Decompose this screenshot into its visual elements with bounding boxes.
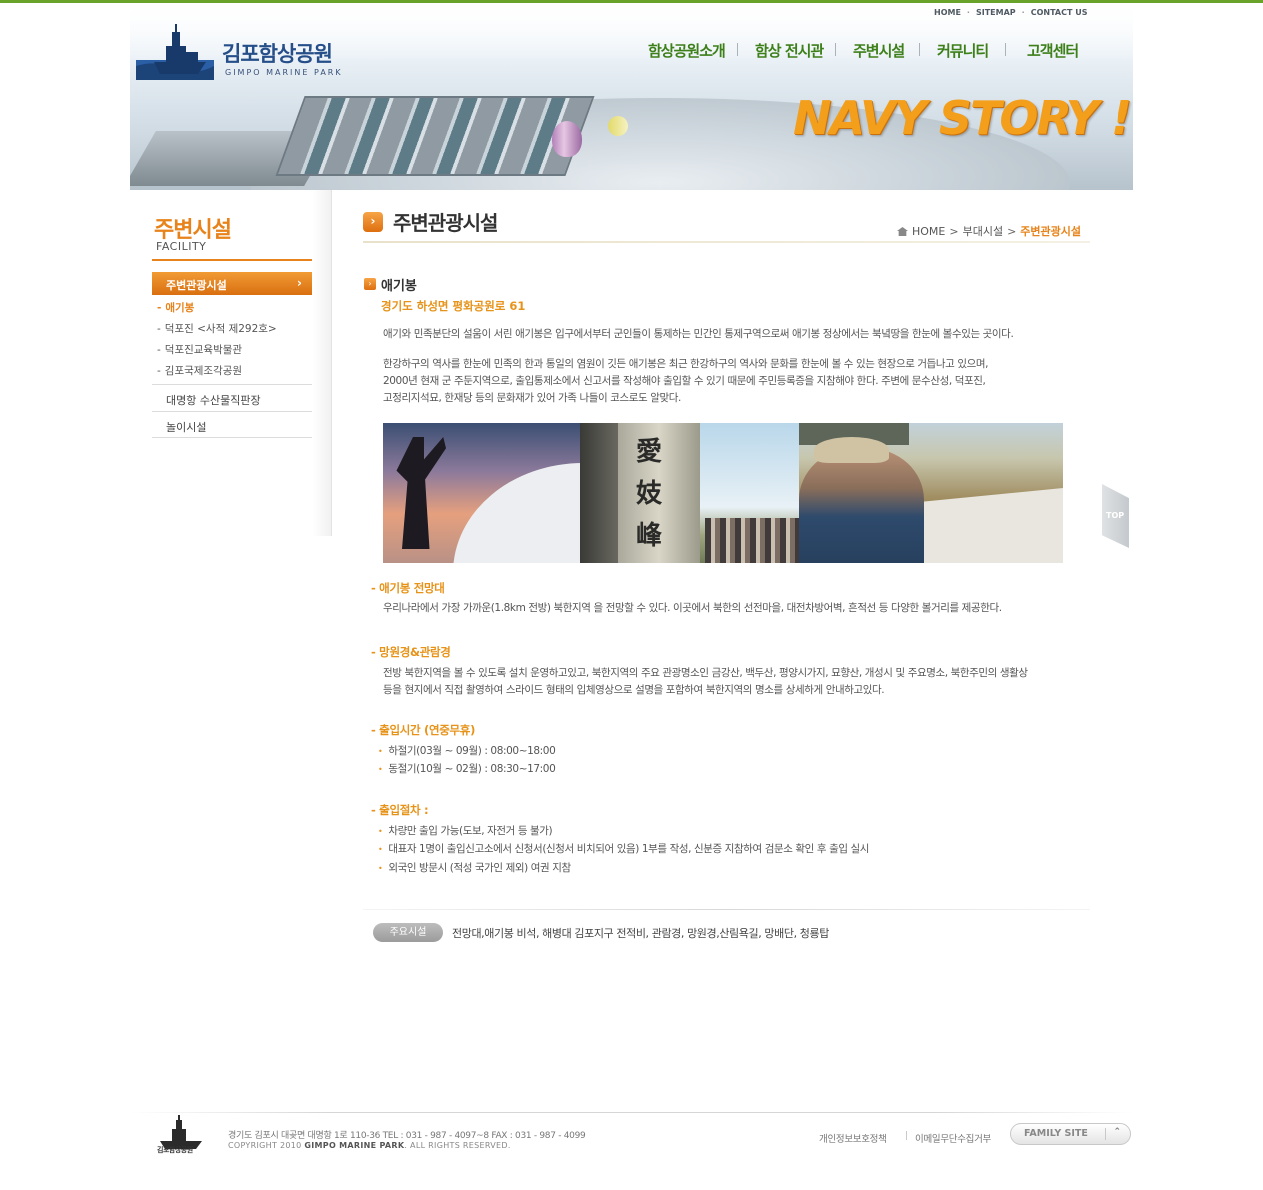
family-site-select[interactable]: FAMILY SITE ⌃ (1010, 1123, 1131, 1145)
stone-character: 愛 (636, 437, 663, 467)
building-cutaway-illustration (275, 96, 595, 176)
chevron-up-icon: ⌃ (1113, 1127, 1121, 1137)
privacy-policy-link[interactable]: 개인정보보호정책 (819, 1131, 887, 1145)
gnb-item-facilities[interactable]: 주변시설 (853, 40, 905, 61)
observatory-text: 우리나라에서 가장 가까운(1.8km 전방) 북한지역 을 전망할 수 있다.… (383, 602, 1002, 614)
telescope-line: 등을 현지에서 직접 촬영하여 스라이드 형태의 입체영상으로 설명을 포함하여… (383, 684, 885, 696)
telescope-text: 전방 북한지역을 볼 수 있도록 설치 운영하고있고, 북한지역의 주요 관광명… (383, 665, 1083, 699)
photo-strip: 愛 妓 峰 (383, 423, 1063, 563)
gnb-item-intro[interactable]: 함상공원소개 (648, 40, 726, 61)
stone-character: 峰 (636, 521, 663, 551)
procedure-heading: - 출입절차 : (371, 803, 429, 817)
navy-story-text: NAVY STORY ! (793, 91, 1132, 145)
statue-silhouette (396, 437, 446, 549)
stone-character: 妓 (636, 479, 663, 509)
facilities-list: 전망대,애기봉 비석, 해병대 김포지구 전적비, 관람경, 망원경,산림욕길,… (452, 927, 829, 940)
gnb-divider (1005, 43, 1006, 56)
breadcrumb: HOME > 부대시설 > 주변관광시설 (897, 223, 1081, 239)
hours-item: • 하절기(03월 ~ 09월) : 08:00~18:00 (378, 745, 556, 757)
sidebar-item-fish-market[interactable]: 대명항 수산물직판장 (166, 392, 261, 408)
top-label: TOP (1106, 511, 1125, 520)
logo-title: 김포함상공원 (222, 42, 333, 66)
email-policy-link[interactable]: 이메일무단수집거부 (915, 1131, 991, 1145)
sidebar-divider (152, 384, 312, 385)
procedure-item: • 차량만 출입 가능(도보, 자전거 등 불가) (378, 825, 553, 837)
gnb-divider (737, 43, 738, 56)
scroll-top-button[interactable]: TOP (1102, 484, 1129, 548)
section-arrow-icon: › (364, 278, 376, 290)
sidebar-title-rule (152, 259, 312, 261)
util-contact-link[interactable]: CONTACT US (1031, 8, 1088, 17)
hours-item: • 동절기(10월 ~ 02월) : 08:30~17:00 (378, 763, 556, 775)
gnb-item-community[interactable]: 커뮤니티 (937, 40, 989, 61)
sidebar-item-tourism[interactable]: 주변관광시설 › (152, 272, 312, 295)
site-logo[interactable]: 김포함상공원 GIMPO MARINE PARK (136, 22, 356, 82)
footer-rule (130, 1112, 1133, 1113)
breadcrumb-home[interactable]: HOME (912, 225, 945, 238)
page-title: 주변관광시설 (393, 211, 498, 235)
title-rule (363, 241, 1090, 243)
telescope-line: 전방 북한지역을 볼 수 있도록 설치 운영하고있고, 북한지역의 주요 관광명… (383, 667, 1028, 679)
gnb-item-exhibition[interactable]: 함상 전시관 (755, 40, 824, 61)
balloon-icon (608, 116, 628, 136)
photo-observatory-view (799, 423, 1063, 563)
sidebar-subtitle: FACILITY (156, 240, 207, 253)
sidebar-subitem-sculpture-park[interactable]: - 김포국제조각공원 (157, 363, 242, 378)
util-sitemap-link[interactable]: SITEMAP (976, 8, 1016, 17)
sidebar-subitem-museum[interactable]: - 덕포진교육박물관 (157, 342, 242, 357)
balloon-icon (552, 121, 582, 157)
util-home-link[interactable]: HOME (934, 8, 961, 17)
footer-logo-text: 김포함상공원 (157, 1146, 193, 1154)
sidebar-shadow (312, 190, 332, 536)
home-icon (897, 227, 908, 236)
ship-logo-icon (136, 24, 214, 80)
history-line: 고정리지석묘, 한재당 등의 문화재가 있어 가족 나들이 코스로도 알맞다. (383, 392, 681, 404)
title-arrow-icon: › (363, 212, 383, 232)
sidebar-divider (152, 411, 312, 412)
facilities-badge: 주요시설 (373, 923, 443, 942)
intro-paragraph: 애기와 민족분단의 설움이 서린 애기봉은 입구에서부터 군인들이 통제하는 민… (383, 328, 1014, 340)
visitors-crowd (705, 518, 800, 563)
procedure-item: • 대표자 1명이 출입신고소에서 신청서(신청서 비치되어 있음) 1부를 작성… (378, 843, 870, 855)
history-paragraph: 한강하구의 역사를 한눈에 민족의 한과 통일의 염원이 깃든 애기봉은 최근 … (383, 356, 1083, 407)
sidebar-subitem-aegibong[interactable]: - 애기봉 (157, 300, 194, 315)
section-title: 애기봉 (381, 279, 417, 294)
telescope-heading: - 망원경&관람경 (371, 645, 451, 659)
photo-monument (383, 423, 713, 563)
history-line: 2000년 현재 군 주둔지역으로, 출입통제소에서 신고서를 작성해야 출입할… (383, 375, 986, 387)
photo-stone-marker: 愛 妓 峰 (580, 423, 800, 563)
content-divider (363, 909, 1090, 910)
observatory-heading: - 애기봉 전망대 (371, 581, 445, 595)
sidebar-divider (152, 437, 312, 438)
logo-subtitle: GIMPO MARINE PARK (225, 68, 343, 77)
sidebar-subitem-deokpojin[interactable]: - 덕포진 <사적 제292호> (157, 321, 277, 336)
sidebar-item-label: 주변관광시설 (166, 279, 227, 292)
footer-copyright: COPYRIGHT 2010 GIMPO MARINE PARK. ALL RI… (228, 1141, 511, 1150)
hours-heading: - 출입시간 (연중무휴) (371, 723, 476, 737)
address: 경기도 하성면 평화공원로 61 (381, 299, 526, 313)
procedure-item: • 외국인 방문시 (적성 국가인 제외) 여권 지참 (378, 862, 571, 874)
sidebar-item-playground[interactable]: 놀이시설 (166, 419, 206, 435)
utility-nav: HOME · SITEMAP · CONTACT US (934, 8, 1088, 17)
gnb-item-customer[interactable]: 고객센터 (1027, 40, 1079, 61)
gnb-divider (919, 43, 920, 56)
breadcrumb-current: 주변관광시설 (1020, 225, 1082, 238)
gnb-divider (835, 43, 836, 56)
footer-address: 경기도 김포시 대곶면 대명항 1로 110-36 TEL : 031 - 98… (228, 1131, 586, 1141)
sidebar-border (331, 190, 332, 536)
visitor-figure (799, 448, 924, 563)
chevron-right-icon: › (297, 276, 302, 290)
breadcrumb-facilities[interactable]: 부대시설 (963, 225, 1003, 238)
family-site-label: FAMILY SITE (1024, 1128, 1088, 1139)
history-line: 한강하구의 역사를 한눈에 민족의 한과 통일의 염원이 깃든 애기봉은 최근 … (383, 358, 989, 370)
footer-link-divider: | (905, 1131, 909, 1141)
